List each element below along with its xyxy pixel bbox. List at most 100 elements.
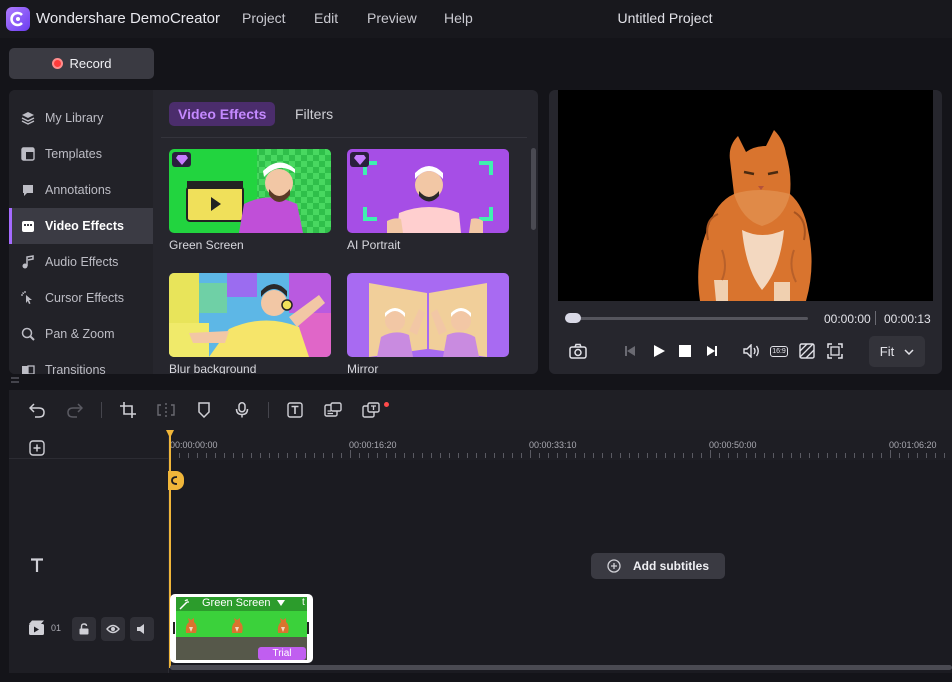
fullscreen-icon[interactable]	[824, 340, 846, 362]
record-label: Record	[69, 56, 112, 71]
effect-card-ai-portrait[interactable]	[347, 149, 509, 233]
zoom-fit-select[interactable]: Fit	[869, 336, 925, 367]
ruler-tick	[638, 453, 639, 458]
snapshot-icon[interactable]	[567, 340, 589, 362]
ruler-tick	[692, 453, 693, 458]
stop-icon[interactable]	[674, 340, 696, 362]
premium-gem-icon	[172, 152, 191, 167]
effect-card-green-screen[interactable]	[169, 149, 331, 233]
ruler-tick	[548, 453, 549, 458]
playback-progress-bar[interactable]	[565, 317, 808, 320]
effects-scrollbar[interactable]	[531, 148, 536, 230]
sidebar-item-my-library[interactable]: My Library	[9, 100, 153, 136]
time-divider	[875, 311, 876, 325]
sidebar-item-transitions[interactable]: Transitions	[9, 352, 153, 374]
preview-panel: 00:00:00 00:00:13 16:9 Fit	[549, 90, 942, 374]
playback-progress-knob[interactable]	[565, 313, 581, 323]
sidebar-item-label: My Library	[45, 111, 104, 125]
ruler-tick	[602, 453, 603, 458]
sidebar-item-templates[interactable]: Templates	[9, 136, 153, 172]
ruler-tick	[386, 453, 387, 458]
next-frame-icon[interactable]	[701, 340, 723, 362]
undo-icon[interactable]	[27, 400, 47, 420]
time-ruler[interactable]: 00:00:00:00 00:00:16:20 00:00:33:10 00:0…	[169, 430, 952, 460]
ruler-tick	[683, 453, 684, 458]
total-time: 00:00:13	[884, 312, 931, 326]
preview-canvas[interactable]	[558, 90, 933, 301]
effect-card-mirror[interactable]	[347, 273, 509, 357]
ruler-tick	[485, 453, 486, 458]
ruler-tick	[431, 453, 432, 458]
ruler-tick	[665, 453, 666, 458]
tab-filters[interactable]: Filters	[286, 102, 342, 126]
microphone-icon[interactable]	[232, 400, 252, 420]
ruler-tick	[296, 453, 297, 458]
ruler-tick	[377, 453, 378, 458]
ruler-tick	[890, 450, 891, 458]
play-icon[interactable]	[648, 340, 670, 362]
ruler-tick	[620, 453, 621, 458]
transitions-icon	[21, 363, 35, 374]
record-button[interactable]: Record	[9, 48, 154, 79]
aspect-ratio-button[interactable]: 16:9	[768, 340, 790, 362]
speaker-icon[interactable]	[130, 617, 154, 641]
sidebar-item-cursor-effects[interactable]: Cursor Effects	[9, 280, 153, 316]
ruler-tick	[260, 453, 261, 458]
ruler-tick	[629, 453, 630, 458]
ruler-label: 00:00:33:10	[529, 440, 577, 450]
ruler-tick	[755, 453, 756, 458]
clip-trim-handle-right[interactable]	[307, 622, 309, 634]
sidebar-item-video-effects[interactable]: Video Effects	[9, 208, 153, 244]
ruler-tick	[215, 453, 216, 458]
effect-card-blur-background[interactable]	[169, 273, 331, 357]
panel-splitter-grip[interactable]	[11, 377, 19, 383]
safe-zone-icon[interactable]	[796, 340, 818, 362]
sidebar-item-annotations[interactable]: Annotations	[9, 172, 153, 208]
sidebar-item-label: Annotations	[45, 183, 112, 197]
trial-badge: Trial	[258, 647, 306, 660]
ruler-tick	[845, 453, 846, 458]
add-track-icon[interactable]	[29, 440, 45, 456]
sidebar: My Library Templates Annotations Video E…	[9, 90, 153, 374]
ruler-tick	[566, 453, 567, 458]
header-divider	[9, 458, 169, 459]
add-subtitles-button[interactable]: Add subtitles	[591, 553, 725, 579]
video-track-icon	[28, 620, 46, 636]
previous-frame-icon[interactable]	[619, 340, 641, 362]
media-panel: My Library Templates Annotations Video E…	[9, 90, 538, 374]
text-box-icon[interactable]	[285, 400, 305, 420]
eye-icon[interactable]	[101, 617, 125, 641]
split-icon[interactable]	[156, 400, 176, 420]
sidebar-item-pan-zoom[interactable]: Pan & Zoom	[9, 316, 153, 352]
marker-icon[interactable]	[194, 400, 214, 420]
track-number: 01	[51, 623, 62, 633]
lock-track-button[interactable]	[72, 617, 96, 641]
ruler-tick	[494, 453, 495, 458]
ruler-label: 00:01:06:20	[889, 440, 937, 450]
timeline-horizontal-scrollbar[interactable]	[170, 665, 952, 670]
tab-video-effects[interactable]: Video Effects	[169, 102, 276, 126]
ruler-tick	[935, 453, 936, 458]
ruler-tick	[341, 453, 342, 458]
volume-icon[interactable]	[741, 340, 763, 362]
ruler-tick	[287, 453, 288, 458]
ruler-tick	[557, 453, 558, 458]
ruler-tick	[512, 453, 513, 458]
ruler-tick	[440, 453, 441, 458]
ruler-tick	[350, 450, 351, 458]
auto-caption-icon[interactable]	[361, 400, 381, 420]
cat-image	[698, 130, 812, 301]
ruler-tick	[395, 453, 396, 458]
ruler-tick	[737, 453, 738, 458]
project-title: Untitled Project	[617, 10, 713, 26]
ruler-tick	[944, 453, 945, 458]
ruler-tick	[584, 453, 585, 458]
ruler-tick	[908, 453, 909, 458]
sidebar-item-audio-effects[interactable]: Audio Effects	[9, 244, 153, 280]
ruler-tick	[575, 453, 576, 458]
clip-dropdown-icon[interactable]	[277, 600, 285, 606]
subtitle-icon[interactable]	[323, 400, 343, 420]
clip-trim-handle-left[interactable]	[173, 622, 175, 634]
redo-icon[interactable]	[65, 400, 85, 420]
crop-icon[interactable]	[118, 400, 138, 420]
